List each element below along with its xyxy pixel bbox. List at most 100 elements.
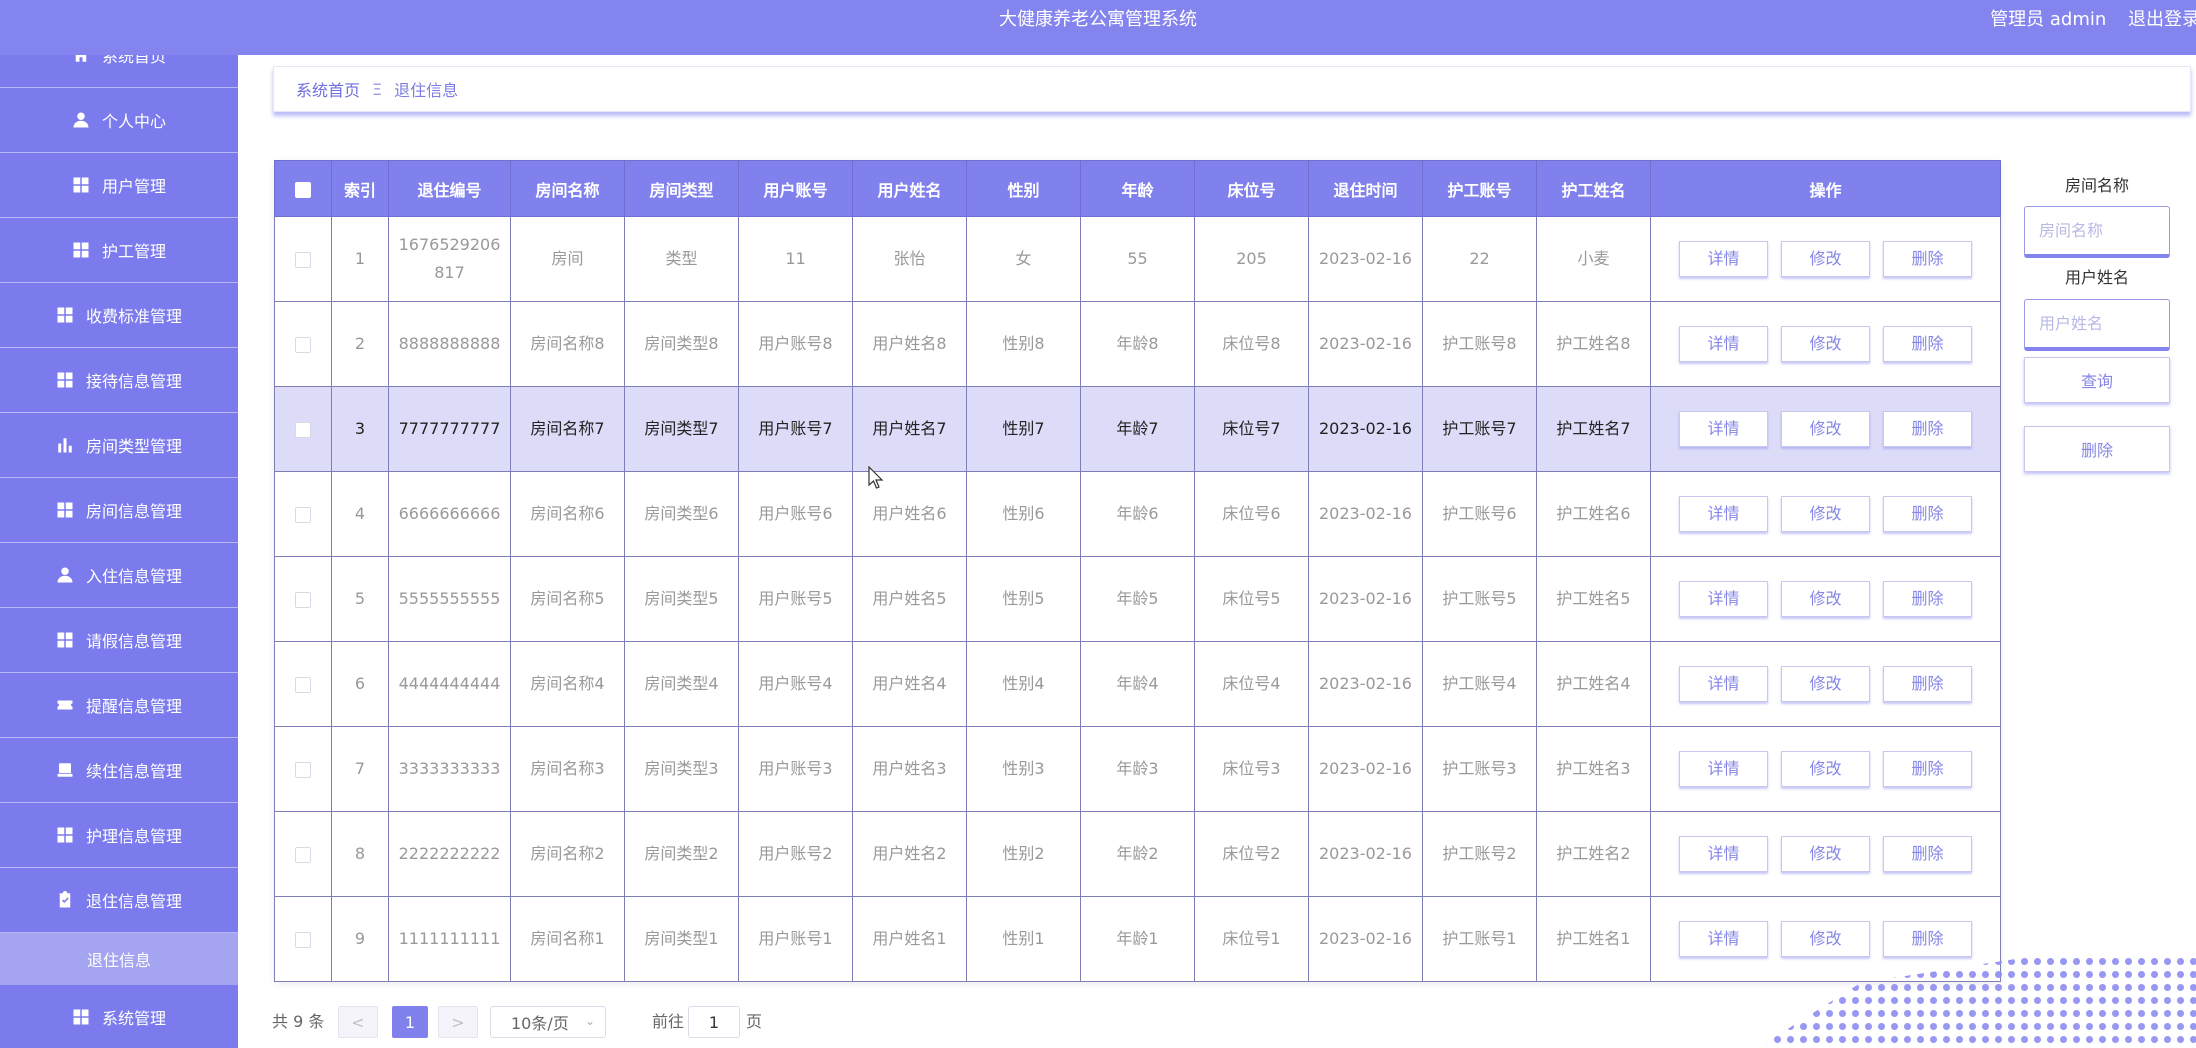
edit-button[interactable]: 修改 xyxy=(1781,836,1870,872)
row-checkbox[interactable] xyxy=(295,931,311,948)
sidebar-item-7[interactable]: 房间类型管理 xyxy=(0,413,238,478)
row-checkbox[interactable] xyxy=(295,591,311,608)
breadcrumb-home-link[interactable]: 系统首页 xyxy=(296,77,360,101)
sidebar-item-3[interactable]: 用户管理 xyxy=(0,153,238,218)
query-button[interactable]: 查询 xyxy=(2024,357,2170,403)
detail-button[interactable]: 详情 xyxy=(1679,326,1768,362)
row-checkbox[interactable] xyxy=(295,846,311,863)
page-number-current[interactable]: 1 xyxy=(392,1006,428,1038)
delete-button[interactable]: 删除 xyxy=(1883,751,1972,787)
sidebar-item-10[interactable]: 请假信息管理 xyxy=(0,608,238,673)
user-name-input[interactable] xyxy=(2024,299,2170,351)
row-checkbox[interactable] xyxy=(295,251,311,268)
table-cell: 2023-02-16 xyxy=(1308,811,1423,897)
row-checkbox[interactable] xyxy=(295,761,311,778)
edit-button[interactable]: 修改 xyxy=(1781,411,1870,447)
table-row[interactable]: 5 5555555555 房间名称5 房间类型5 用户账号5 用户姓名5 性别5 年龄5 床位号… xyxy=(274,556,2001,642)
edit-button[interactable]: 修改 xyxy=(1781,751,1870,787)
sidebar-item-14[interactable]: 退住信息管理 xyxy=(0,868,238,933)
grid-icon xyxy=(56,306,74,324)
row-select-cell xyxy=(274,301,332,387)
table-cell: 用户账号6 xyxy=(738,471,853,557)
delete-button[interactable]: 删除 xyxy=(1883,836,1972,872)
detail-button[interactable]: 详情 xyxy=(1679,751,1768,787)
detail-button[interactable]: 详情 xyxy=(1679,666,1768,702)
table-row[interactable]: 1 1676529206817 房间 类型 11 张怡女 55 205 2023-02-16 22… xyxy=(274,216,2001,302)
delete-button[interactable]: 删除 xyxy=(1883,326,1972,362)
table-row[interactable]: 7 3333333333 房间名称3 房间类型3 用户账号3 用户姓名3 性别3 年龄3 床位号… xyxy=(274,726,2001,812)
edit-button[interactable]: 修改 xyxy=(1781,241,1870,277)
page-size-select[interactable]: 10条/页 ⌄ xyxy=(490,1006,606,1038)
detail-button[interactable]: 详情 xyxy=(1679,581,1768,617)
delete-button[interactable]: 删除 xyxy=(1883,921,1972,957)
edit-button[interactable]: 修改 xyxy=(1781,581,1870,617)
table-cell: 小麦 xyxy=(1536,216,1651,302)
goto-page-input[interactable] xyxy=(688,1006,740,1038)
table-cell: 年龄8 xyxy=(1080,301,1195,387)
detail-button[interactable]: 详情 xyxy=(1679,496,1768,532)
column-header-12: 操作 xyxy=(1650,160,2001,217)
sidebar-item-11[interactable]: 提醒信息管理 xyxy=(0,673,238,738)
sidebar-item-label: 续住信息管理 xyxy=(85,762,182,781)
table-cell: 用户姓名7 xyxy=(852,386,967,472)
sidebar-item-12[interactable]: 续住信息管理 xyxy=(0,738,238,803)
room-name-input[interactable] xyxy=(2024,206,2170,258)
row-checkbox[interactable] xyxy=(295,336,311,353)
table-cell: 用户账号3 xyxy=(738,726,853,812)
table-cell: 护工姓名1 xyxy=(1536,896,1651,982)
edit-button[interactable]: 修改 xyxy=(1781,921,1870,957)
delete-button[interactable]: 删除 xyxy=(1883,666,1972,702)
select-all-checkbox[interactable] xyxy=(295,181,311,198)
table-row[interactable]: 9 1111111111 房间名称1 房间类型1 用户账号1 用户姓名1 性别1 年龄1 床位号… xyxy=(274,896,2001,982)
row-actions-cell: 详情 修改 删除 xyxy=(1650,216,2001,302)
sidebar-item-4[interactable]: 护工管理 xyxy=(0,218,238,283)
row-checkbox[interactable] xyxy=(295,421,311,438)
sidebar-item-8[interactable]: 房间信息管理 xyxy=(0,478,238,543)
detail-button[interactable]: 详情 xyxy=(1679,921,1768,957)
table-row[interactable]: 4 6666666666 房间名称6 房间类型6 用户账号6 用户姓名6 性别6 年龄6 床位号… xyxy=(274,471,2001,557)
sidebar-item-2[interactable]: 个人中心 xyxy=(0,88,238,153)
table-row[interactable]: 3 7777777777 房间名称7 房间类型7 用户账号7 用户姓名7 性别7 年龄7 床位号… xyxy=(274,386,2001,472)
detail-button[interactable]: 详情 xyxy=(1679,411,1768,447)
table-cell: 年龄5 xyxy=(1080,556,1195,642)
sidebar-item-1[interactable]: 系统首页 xyxy=(0,55,238,88)
table-row[interactable]: 8 2222222222 房间名称2 房间类型2 用户账号2 用户姓名2 性别2 年龄2 床位号… xyxy=(274,811,2001,897)
delete-button[interactable]: 删除 xyxy=(1883,496,1972,532)
sidebar-subitem-retire-info[interactable]: 退住信息 xyxy=(0,933,238,985)
table-cell: 房间类型1 xyxy=(624,896,739,982)
table-cell: 8888888888 xyxy=(388,301,511,387)
table-cell: 张怡 xyxy=(852,216,967,302)
table-row[interactable]: 2 8888888888 房间名称8 房间类型8 用户账号8 用户姓名8 性别8 年龄8 床位号… xyxy=(274,301,2001,387)
column-header-11: 护工姓名 xyxy=(1536,160,1651,217)
next-page-button[interactable]: > xyxy=(438,1006,478,1038)
sidebar-item-9[interactable]: 入住信息管理 xyxy=(0,543,238,608)
prev-page-button[interactable]: < xyxy=(338,1006,378,1038)
edit-button[interactable]: 修改 xyxy=(1781,326,1870,362)
table-cell: 8 xyxy=(331,811,389,897)
row-checkbox[interactable] xyxy=(295,676,311,693)
delete-button[interactable]: 删除 xyxy=(1883,241,1972,277)
table-cell: 性别2 xyxy=(966,811,1081,897)
sidebar-item-13[interactable]: 护理信息管理 xyxy=(0,803,238,868)
delete-button[interactable]: 删除 xyxy=(1883,581,1972,617)
table-cell: 5555555555 xyxy=(388,556,511,642)
row-checkbox[interactable] xyxy=(295,506,311,523)
table-cell: 2023-02-16 xyxy=(1308,556,1423,642)
sidebar-item-system-manage[interactable]: 系统管理 xyxy=(0,985,238,1048)
logout-link[interactable]: 退出登录 xyxy=(2128,9,2196,30)
row-select-cell xyxy=(274,471,332,557)
table-cell: 用户姓名4 xyxy=(852,641,967,727)
sidebar-item-6[interactable]: 接待信息管理 xyxy=(0,348,238,413)
table-cell: 205 xyxy=(1194,216,1309,302)
delete-button[interactable]: 删除 xyxy=(1883,411,1972,447)
detail-button[interactable]: 详情 xyxy=(1679,836,1768,872)
table-cell: 护工姓名6 xyxy=(1536,471,1651,557)
sidebar-item-5[interactable]: 收费标准管理 xyxy=(0,283,238,348)
batch-delete-button[interactable]: 删除 xyxy=(2024,426,2170,472)
printer-icon xyxy=(56,761,74,779)
edit-button[interactable]: 修改 xyxy=(1781,666,1870,702)
table-cell: 房间名称3 xyxy=(510,726,625,812)
table-row[interactable]: 6 4444444444 房间名称4 房间类型4 用户账号4 用户姓名4 性别4 年龄4 床位号… xyxy=(274,641,2001,727)
edit-button[interactable]: 修改 xyxy=(1781,496,1870,532)
detail-button[interactable]: 详情 xyxy=(1679,241,1768,277)
